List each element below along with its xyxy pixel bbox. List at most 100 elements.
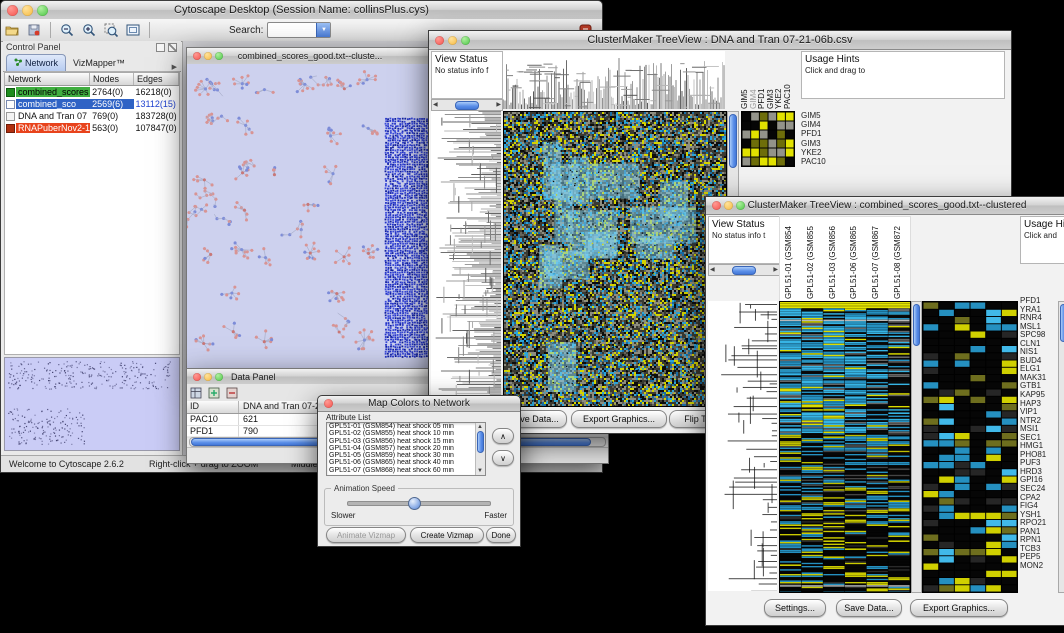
gene-list-vscrollbar[interactable] <box>1058 301 1064 593</box>
attribute-list-vscrollbar[interactable]: ▲ ▼ <box>475 423 485 475</box>
gene-label[interactable]: PUF3 <box>1020 459 1056 468</box>
zoom-button[interactable] <box>736 201 745 210</box>
network-table-row[interactable]: combined_scores2764(0)16218(0) <box>5 86 179 98</box>
column-header-edges[interactable]: Edges <box>134 73 179 85</box>
scroll-left-icon[interactable]: ◀ <box>433 101 438 109</box>
cytoscape-titlebar[interactable]: Cytoscape Desktop (Session Name: collins… <box>1 1 602 20</box>
heatmap-canvas[interactable] <box>779 301 911 593</box>
gene-label[interactable]: MSI1 <box>1020 425 1056 434</box>
gene-label[interactable]: MAK31 <box>1020 374 1056 383</box>
minimize-button[interactable] <box>22 5 33 16</box>
zoom-button[interactable] <box>461 36 470 45</box>
attribute-list-item[interactable]: GPL51-01 (GSM854) heat shock 05 min <box>327 423 476 430</box>
float-panel-icon[interactable] <box>156 43 165 52</box>
search-combo[interactable]: ▼ <box>267 22 331 38</box>
treeview-button-settings[interactable]: Settings... <box>764 599 826 617</box>
heatmap-canvas[interactable] <box>503 111 727 407</box>
hscroll-thumb[interactable] <box>732 266 756 275</box>
zoom-out-icon[interactable] <box>58 21 76 39</box>
vscroll-thumb[interactable] <box>1060 304 1064 342</box>
vscroll-thumb[interactable] <box>913 304 920 346</box>
dendro-hscrollbar[interactable]: ◀ ▶ <box>708 264 780 276</box>
network-table-header[interactable]: Network Nodes Edges <box>5 72 179 86</box>
column-header-nodes[interactable]: Nodes <box>90 73 134 85</box>
animation-speed-slider-thumb[interactable] <box>408 497 421 510</box>
animate-vizmap-button[interactable]: Animate Vizmap <box>326 527 406 543</box>
close-panel-icon[interactable] <box>168 43 177 52</box>
row-dendrogram-canvas[interactable] <box>431 111 501 405</box>
gene-label[interactable]: MSL1 <box>1020 323 1056 332</box>
gene-label[interactable]: BUD4 <box>1020 357 1056 366</box>
scroll-left-icon[interactable]: ◀ <box>710 266 715 274</box>
network-graph-canvas[interactable] <box>187 64 431 370</box>
attribute-list-item[interactable]: GPL51-07 (GSM868) heat shock 60 min <box>327 467 476 474</box>
row-dendrogram-canvas[interactable] <box>708 301 777 591</box>
done-button[interactable]: Done <box>486 527 516 543</box>
column-dendrogram-canvas[interactable] <box>503 51 725 109</box>
gene-label[interactable]: VIP1 <box>1020 408 1056 417</box>
minimize-button[interactable] <box>448 36 457 45</box>
gene-label[interactable]: FIG4 <box>1020 502 1056 511</box>
delete-attribute-icon[interactable] <box>225 386 239 400</box>
gene-label[interactable]: YRA1 <box>1020 306 1056 315</box>
gene-label[interactable]: CPA2 <box>1020 494 1056 503</box>
scroll-right-icon[interactable]: ▶ <box>773 266 778 274</box>
minimize-button[interactable] <box>204 373 212 381</box>
gene-label[interactable]: PAN1 <box>1020 528 1056 537</box>
map-colors-titlebar[interactable]: Map Colors to Network <box>318 396 520 412</box>
select-attributes-icon[interactable] <box>189 386 203 400</box>
tab-vizmapper[interactable]: VizMapper™ <box>66 55 132 71</box>
network-view-titlebar[interactable]: combined_scores_good.txt--cluste... <box>187 48 433 65</box>
tab-network[interactable]: Network <box>6 54 66 71</box>
gene-label[interactable]: RPO21 <box>1020 519 1056 528</box>
gene-label[interactable]: YSH1 <box>1020 511 1056 520</box>
close-button[interactable] <box>435 36 444 45</box>
gene-label[interactable]: SEC1 <box>1020 434 1056 443</box>
treeview-button-export-graphics[interactable]: Export Graphics... <box>571 410 667 428</box>
scroll-down-icon[interactable]: ▼ <box>477 467 483 475</box>
network-table-row[interactable]: RNAPuberNov2-1563(0)107847(0) <box>5 122 179 134</box>
attribute-list-item[interactable]: GPL51-03 (GSM856) heat shock 15 min <box>327 438 476 445</box>
close-button[interactable] <box>712 201 721 210</box>
hscroll-thumb[interactable] <box>455 101 479 110</box>
vscroll-thumb[interactable] <box>477 431 484 453</box>
attribute-list-item[interactable]: GPL51-04 (GSM857) heat shock 20 min <box>327 445 476 452</box>
minimize-button[interactable] <box>724 201 733 210</box>
minimize-button[interactable] <box>204 52 212 60</box>
gene-label[interactable]: GTB1 <box>1020 382 1056 391</box>
create-vizmap-button[interactable]: Create Vizmap <box>410 527 484 543</box>
gene-label[interactable]: SEC24 <box>1020 485 1056 494</box>
gene-label[interactable]: HMG1 <box>1020 442 1056 451</box>
gene-label[interactable]: ELG1 <box>1020 365 1056 374</box>
gene-label[interactable]: RNR4 <box>1020 314 1056 323</box>
attribute-list-item[interactable]: GPL51-06 (GSM865) heat shock 40 min <box>327 459 476 466</box>
attribute-down-button[interactable]: ∨ <box>492 450 514 466</box>
attribute-list-item[interactable]: GPL51-02 (GSM855) heat shock 10 min <box>327 430 476 437</box>
attribute-up-button[interactable]: ∧ <box>492 428 514 444</box>
data-column-id[interactable]: ID <box>187 401 239 413</box>
combo-dropdown-button[interactable]: ▼ <box>316 23 330 37</box>
gene-label[interactable]: TCB3 <box>1020 545 1056 554</box>
open-folder-icon[interactable] <box>3 21 21 39</box>
gene-label[interactable]: PHO81 <box>1020 451 1056 460</box>
zoom-heatmap-canvas[interactable] <box>922 301 1018 593</box>
zoom-button[interactable] <box>215 373 223 381</box>
zoom-in-icon[interactable] <box>80 21 98 39</box>
scroll-up-icon[interactable]: ▲ <box>477 423 483 431</box>
save-session-icon[interactable] <box>25 21 43 39</box>
network-overview-canvas[interactable] <box>4 357 180 451</box>
gene-label[interactable]: PEP5 <box>1020 553 1056 562</box>
zoom-heatmap-canvas[interactable] <box>741 111 795 167</box>
attribute-listbox[interactable]: GPL51-01 (GSM854) heat shock 05 minGPL51… <box>326 422 486 476</box>
new-attribute-icon[interactable] <box>207 386 221 400</box>
treeview-combined-titlebar[interactable]: ClusterMaker TreeView : combined_scores_… <box>706 197 1064 215</box>
gene-label[interactable]: HRD3 <box>1020 468 1056 477</box>
treeview-button-export-graphics[interactable]: Export Graphics... <box>910 599 1008 617</box>
column-header-network[interactable]: Network <box>5 73 90 85</box>
gene-label[interactable]: HAP3 <box>1020 400 1056 409</box>
zoom-selected-icon[interactable] <box>102 21 120 39</box>
close-button[interactable] <box>193 373 201 381</box>
network-table-row[interactable]: DNA and Tran 07769(0)183728(0) <box>5 110 179 122</box>
gene-label[interactable]: MON2 <box>1020 562 1056 571</box>
heatmap-vscrollbar[interactable] <box>911 301 922 593</box>
